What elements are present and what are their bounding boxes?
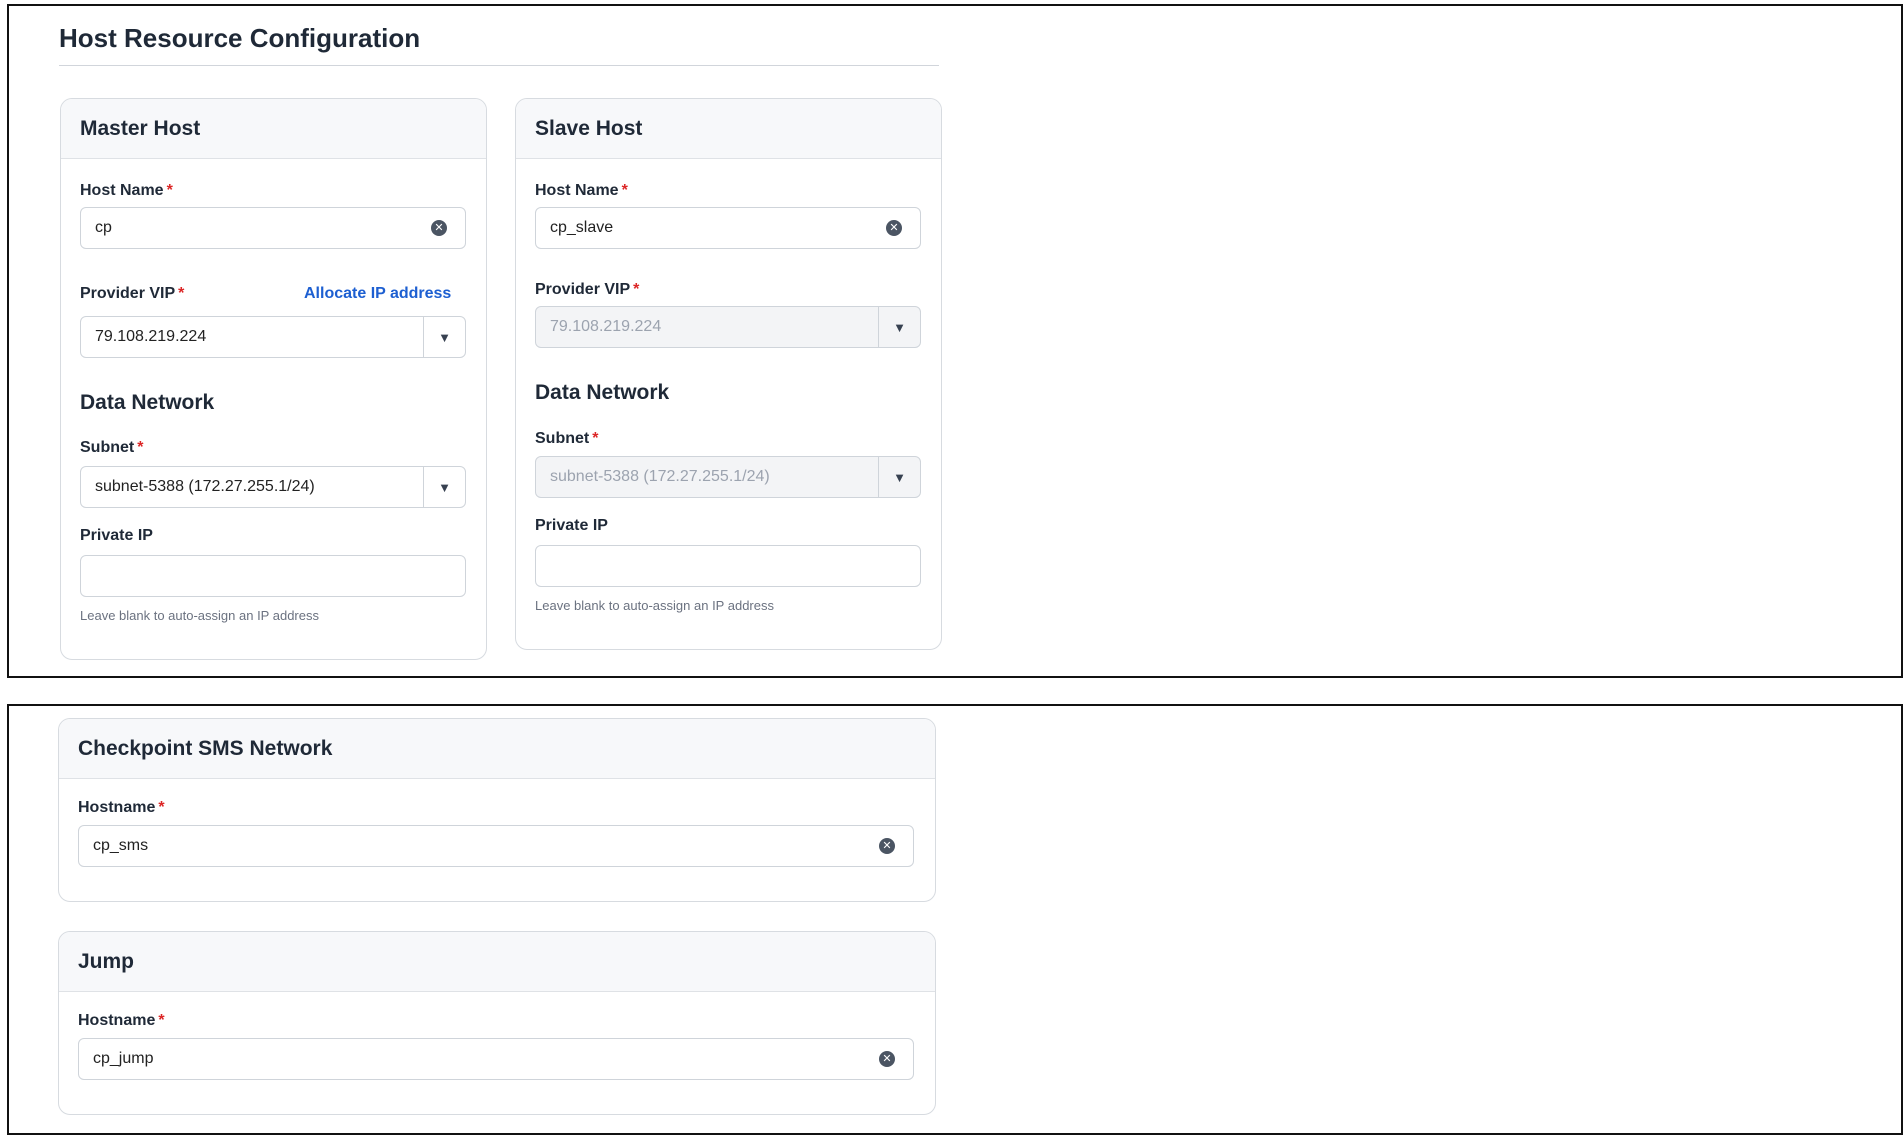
jump-title: Jump	[59, 932, 935, 992]
slave-private-ip-hint: Leave blank to auto-assign an IP address	[535, 598, 774, 613]
slave-host-name-label: Host Name *	[535, 182, 628, 199]
jump-card: Jump Hostname * cp_jump ✕	[58, 931, 936, 1115]
slave-private-ip-label: Private IP	[535, 517, 608, 534]
slave-private-ip-input[interactable]	[535, 545, 921, 587]
master-host-title: Master Host	[61, 99, 486, 159]
sms-hostname-input[interactable]: cp_sms ✕	[78, 825, 914, 867]
required-mark: *	[158, 799, 165, 816]
clear-icon[interactable]: ✕	[879, 1051, 895, 1067]
clear-icon[interactable]: ✕	[886, 220, 902, 236]
master-provider-vip-label: Provider VIP *	[80, 285, 185, 302]
chevron-down-icon[interactable]: ▼	[878, 457, 920, 497]
slave-subnet-value: subnet-5388 (172.27.255.1/24)	[550, 468, 770, 485]
required-mark: *	[137, 439, 144, 456]
master-private-ip-hint: Leave blank to auto-assign an IP address	[80, 608, 319, 623]
slave-host-title: Slave Host	[516, 99, 941, 159]
master-subnet-value: subnet-5388 (172.27.255.1/24)	[95, 478, 315, 495]
host-resource-panel: Host Resource Configuration Master Host …	[7, 4, 1903, 678]
master-host-name-value: cp	[95, 219, 112, 236]
slave-provider-vip-label: Provider VIP *	[535, 281, 640, 298]
slave-subnet-select[interactable]: subnet-5388 (172.27.255.1/24) ▼	[535, 456, 921, 498]
required-mark: *	[633, 281, 640, 298]
required-mark: *	[592, 430, 599, 447]
sms-hostname-label: Hostname *	[78, 799, 165, 816]
required-mark: *	[178, 285, 185, 302]
required-mark: *	[621, 182, 628, 199]
sms-hostname-value: cp_sms	[93, 837, 149, 854]
master-host-card: Master Host Host Name * cp ✕ Provider VIP…	[60, 98, 487, 660]
jump-hostname-value: cp_jump	[93, 1050, 154, 1067]
clear-icon[interactable]: ✕	[879, 838, 895, 854]
chevron-down-icon[interactable]: ▼	[423, 317, 465, 357]
jump-hostname-input[interactable]: cp_jump ✕	[78, 1038, 914, 1080]
master-provider-vip-select[interactable]: 79.108.219.224 ▼	[80, 316, 466, 358]
slave-host-name-value: cp_slave	[550, 219, 614, 236]
sms-network-card: Checkpoint SMS Network Hostname * cp_sms …	[58, 718, 936, 902]
jump-hostname-label: Hostname *	[78, 1012, 165, 1029]
section-title: Host Resource Configuration	[59, 23, 421, 53]
network-config-panel: Checkpoint SMS Network Hostname * cp_sms …	[7, 704, 1903, 1135]
slave-subnet-label: Subnet *	[535, 430, 599, 447]
master-subnet-label: Subnet *	[80, 439, 144, 456]
required-mark: *	[166, 182, 173, 199]
section-divider	[59, 65, 939, 66]
allocate-ip-link[interactable]: Allocate IP address	[304, 285, 451, 303]
master-host-name-label: Host Name *	[80, 182, 173, 199]
slave-provider-vip-select[interactable]: 79.108.219.224 ▼	[535, 306, 921, 348]
slave-host-name-input[interactable]: cp_slave ✕	[535, 207, 921, 249]
sms-network-title: Checkpoint SMS Network	[59, 719, 935, 779]
master-data-network-title: Data Network	[80, 391, 215, 414]
master-private-ip-label: Private IP	[80, 527, 153, 544]
master-private-ip-input[interactable]	[80, 555, 466, 597]
chevron-down-icon[interactable]: ▼	[878, 307, 920, 347]
master-host-name-input[interactable]: cp ✕	[80, 207, 466, 249]
chevron-down-icon[interactable]: ▼	[423, 467, 465, 507]
clear-icon[interactable]: ✕	[431, 220, 447, 236]
slave-provider-vip-value: 79.108.219.224	[550, 318, 662, 335]
slave-host-card: Slave Host Host Name * cp_slave ✕ Provide…	[515, 98, 942, 650]
slave-data-network-title: Data Network	[535, 381, 670, 404]
required-mark: *	[158, 1012, 165, 1029]
master-provider-vip-value: 79.108.219.224	[95, 328, 207, 345]
master-subnet-select[interactable]: subnet-5388 (172.27.255.1/24) ▼	[80, 466, 466, 508]
